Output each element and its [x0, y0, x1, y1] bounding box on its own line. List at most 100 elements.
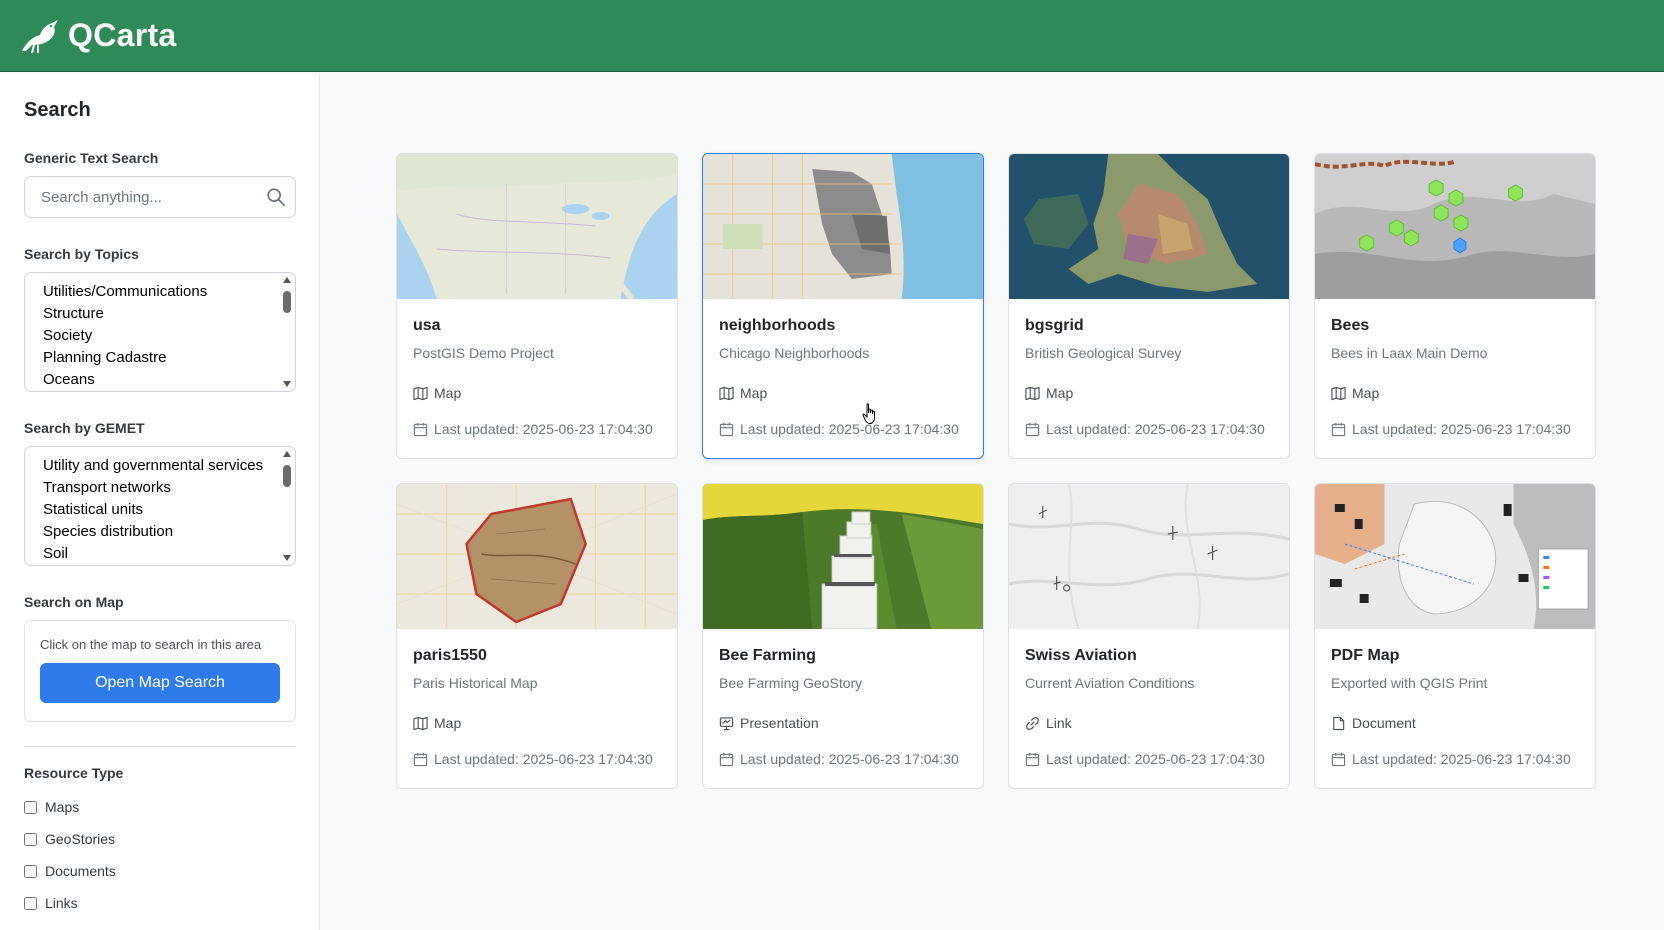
scroll-down-arrow-icon[interactable] — [283, 381, 291, 387]
card-updated: Last updated: 2025-06-23 17:04:30 — [1025, 751, 1273, 767]
card-thumbnail[interactable] — [703, 484, 983, 629]
gemet-option[interactable]: Transport networks — [43, 477, 295, 499]
card-updated-text: Last updated: 2025-06-23 17:04:30 — [1352, 751, 1571, 767]
card-thumbnail[interactable] — [1315, 154, 1595, 299]
maps-checkbox[interactable] — [24, 800, 37, 814]
topic-option[interactable]: Planning Cadastre — [43, 347, 295, 369]
card-updated-text: Last updated: 2025-06-23 17:04:30 — [740, 751, 959, 767]
documents-checkbox[interactable] — [24, 864, 37, 878]
scroll-thumb[interactable] — [283, 465, 291, 487]
link-icon — [1026, 716, 1039, 730]
card-title[interactable]: usa — [413, 317, 661, 335]
resource-card-bees[interactable]: Bees Bees in Laax Main Demo Map Last upd… — [1314, 153, 1596, 459]
geostories-checkbox[interactable] — [24, 832, 37, 846]
card-updated: Last updated: 2025-06-23 17:04:30 — [1331, 751, 1579, 767]
card-subtitle: Chicago Neighborhoods — [719, 345, 870, 361]
gemet-option[interactable]: Utility and governmental services — [43, 455, 295, 477]
resource-card-pdf-map[interactable]: PDF Map Exported with QGIS Print Documen… — [1314, 483, 1596, 789]
topic-option[interactable]: Utilities/Communications — [43, 281, 295, 303]
card-type-label: Presentation — [740, 715, 819, 731]
topic-option[interactable]: Society — [43, 325, 295, 347]
scroll-up-arrow-icon[interactable] — [283, 451, 291, 457]
card-title[interactable]: Swiss Aviation — [1025, 647, 1273, 665]
card-updated-text: Last updated: 2025-06-23 17:04:30 — [740, 421, 959, 437]
topics-listbox[interactable]: Utilities/Communications Structure Socie… — [24, 272, 296, 392]
gemet-scrollbar[interactable] — [279, 447, 295, 565]
scroll-down-arrow-icon[interactable] — [283, 555, 291, 561]
resource-grid: usa PostGIS Demo Project Map Last update… — [396, 153, 1596, 789]
resource-card-bee-farming[interactable]: Bee Farming Bee Farming GeoStory Present… — [702, 483, 984, 789]
map-icon — [719, 386, 734, 400]
card-updated: Last updated: 2025-06-23 17:04:30 — [413, 421, 661, 437]
card-type: Map — [1025, 385, 1273, 401]
resource-option-links[interactable]: Links — [24, 887, 295, 919]
resource-type-label: Resource Type — [24, 765, 124, 781]
document-icon — [1333, 716, 1345, 730]
card-title[interactable]: bgsgrid — [1025, 317, 1273, 335]
resource-card-paris1550[interactable]: paris1550 Paris Historical Map Map Last … — [396, 483, 678, 789]
card-type-label: Map — [434, 385, 462, 401]
maps-checkbox-label[interactable]: Maps — [45, 799, 79, 815]
card-thumbnail[interactable] — [703, 154, 983, 299]
search-icon[interactable] — [265, 186, 287, 208]
resource-card-bgsgrid[interactable]: bgsgrid British Geological Survey Map La… — [1008, 153, 1290, 459]
resource-card-swiss-aviation[interactable]: Swiss Aviation Current Aviation Conditio… — [1008, 483, 1290, 789]
card-thumbnail[interactable] — [1315, 484, 1595, 629]
card-type-label: Map — [434, 715, 462, 731]
gemet-option[interactable]: Soil — [43, 543, 295, 565]
app-name: QCarta — [68, 17, 177, 53]
gemet-option[interactable]: Species distribution — [43, 521, 295, 543]
search-sidebar: Search Generic Text Search Search by Top… — [0, 73, 320, 930]
map-icon — [413, 716, 428, 730]
calendar-icon — [1025, 752, 1040, 766]
calendar-icon — [1331, 752, 1346, 766]
map-icon — [1331, 386, 1346, 400]
resource-card-neighborhoods[interactable]: neighborhoods Chicago Neighborhoods Map … — [702, 153, 984, 459]
card-type: Map — [413, 715, 661, 731]
gemet-option[interactable]: Statistical units — [43, 499, 295, 521]
sidebar-divider — [24, 746, 296, 747]
documents-checkbox-label[interactable]: Documents — [45, 863, 116, 879]
card-thumbnail[interactable] — [397, 154, 677, 299]
map-icon — [413, 386, 428, 400]
calendar-icon — [1331, 422, 1346, 436]
topic-option[interactable]: Oceans — [43, 369, 295, 391]
search-input[interactable] — [25, 177, 295, 217]
gemet-listbox[interactable]: Utility and governmental services Transp… — [24, 446, 296, 566]
presentation-icon — [719, 716, 734, 730]
scroll-thumb[interactable] — [283, 291, 291, 313]
card-title[interactable]: Bees — [1331, 317, 1579, 335]
card-type: Presentation — [719, 715, 967, 731]
card-subtitle: PostGIS Demo Project — [413, 345, 554, 361]
scroll-up-arrow-icon[interactable] — [283, 277, 291, 283]
card-title[interactable]: paris1550 — [413, 647, 661, 665]
card-title[interactable]: Bee Farming — [719, 647, 967, 665]
card-type: Map — [413, 385, 661, 401]
card-type: Map — [719, 385, 967, 401]
card-thumbnail[interactable] — [1009, 484, 1289, 629]
links-checkbox-label[interactable]: Links — [45, 895, 78, 911]
links-checkbox[interactable] — [24, 896, 37, 910]
card-title[interactable]: PDF Map — [1331, 647, 1579, 665]
card-type: Link — [1025, 715, 1273, 731]
card-thumbnail[interactable] — [1009, 154, 1289, 299]
topic-option[interactable]: Structure — [43, 303, 295, 325]
resource-option-documents[interactable]: Documents — [24, 855, 295, 887]
card-title[interactable]: neighborhoods — [719, 317, 967, 335]
map-search-hint: Click on the map to search in this area — [40, 637, 262, 652]
text-search-label: Generic Text Search — [24, 150, 159, 166]
map-search-label: Search on Map — [24, 594, 124, 610]
resource-option-maps[interactable]: Maps — [24, 791, 295, 823]
resource-card-usa[interactable]: usa PostGIS Demo Project Map Last update… — [396, 153, 678, 459]
card-thumbnail[interactable] — [397, 484, 677, 629]
open-map-search-button[interactable]: Open Map Search — [40, 663, 280, 703]
card-type-label: Document — [1352, 715, 1416, 731]
card-subtitle: Bees in Laax Main Demo — [1331, 345, 1488, 361]
card-subtitle: Paris Historical Map — [413, 675, 538, 691]
card-subtitle: Bee Farming GeoStory — [719, 675, 863, 691]
map-search-card: Click on the map to search in this area … — [24, 620, 296, 722]
topics-scrollbar[interactable] — [279, 273, 295, 391]
resource-option-geostories[interactable]: GeoStories — [24, 823, 295, 855]
geostories-checkbox-label[interactable]: GeoStories — [45, 831, 115, 847]
brand[interactable]: QCarta — [18, 17, 177, 55]
